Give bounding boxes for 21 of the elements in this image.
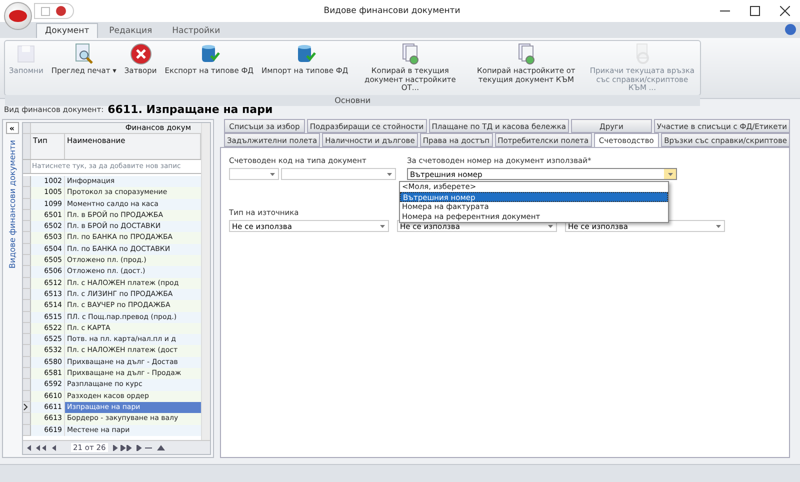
collapse-button[interactable]: « <box>6 122 18 134</box>
app-logo[interactable] <box>4 2 32 30</box>
scrollbar[interactable] <box>201 123 210 440</box>
magnifier-icon <box>72 43 95 65</box>
close-icon <box>130 43 152 65</box>
dropdown[interactable] <box>281 168 396 180</box>
ribbon-tab[interactable]: Документ <box>36 23 98 38</box>
save-icon <box>15 43 38 65</box>
group-label: Основни <box>5 94 700 106</box>
close-icon[interactable] <box>780 6 790 16</box>
row-indicator[interactable] <box>23 402 31 414</box>
window-title: Видове финансови документи <box>322 6 462 16</box>
caret-icon <box>664 169 676 179</box>
row-pointer-icon <box>23 403 29 412</box>
help-icon[interactable] <box>785 24 796 35</box>
save-icon[interactable] <box>41 6 50 16</box>
dropdown[interactable] <box>229 168 279 180</box>
maximize-icon[interactable] <box>750 6 760 16</box>
ribbon-tab[interactable]: Редакция <box>100 23 162 38</box>
panel-caption: Видове финансови документи <box>8 140 16 268</box>
ribbon-tab[interactable]: Настройки <box>163 23 230 38</box>
